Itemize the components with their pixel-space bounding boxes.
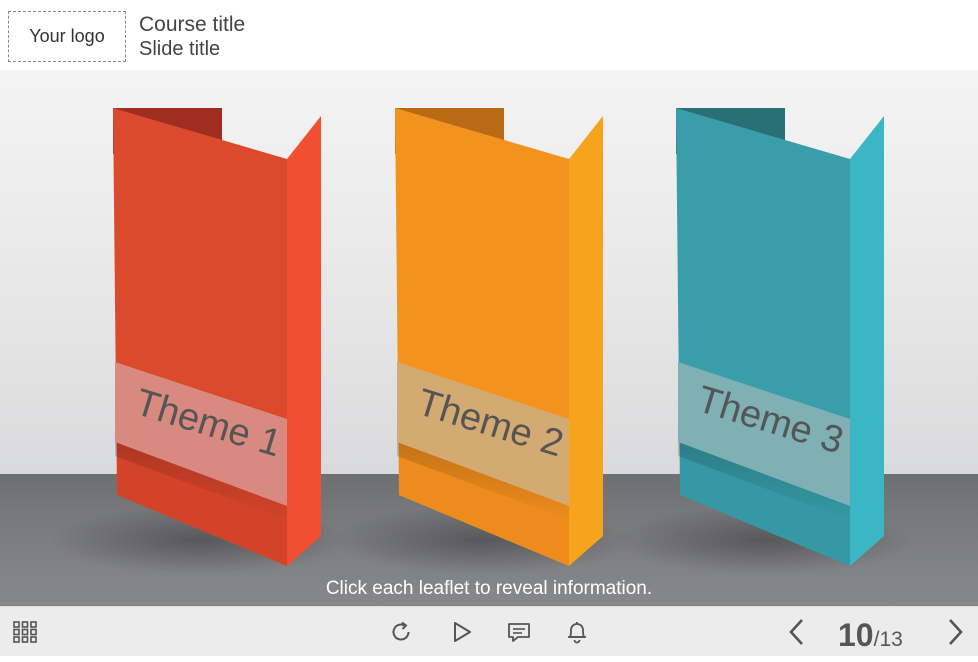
logo-text: Your logo [29,26,105,46]
grid-icon[interactable] [8,607,42,657]
chevron-right-icon[interactable] [938,607,972,657]
comment-icon[interactable] [503,607,535,657]
current-page: 10 [838,617,874,653]
course-title: Course title [139,13,246,36]
bell-icon[interactable] [561,607,593,657]
total-pages: 13 [879,628,903,651]
leaflets-canvas: Theme 1 Theme 2 Theme 3 [50,108,914,574]
player-toolbar: 10 / 13 [0,606,978,656]
leaflet-theme-3[interactable]: Theme 3 [614,108,914,574]
slide-stage: Theme 1 Theme 2 Theme 3 Click each leafl… [0,70,978,606]
slide-title: Slide title [139,38,221,60]
replay-icon[interactable] [385,607,417,657]
logo-placeholder: Your logo [8,11,126,62]
leaflet-theme-2[interactable]: Theme 2 [333,108,633,574]
instruction-text: Click each leaflet to reveal information… [325,578,653,599]
play-icon[interactable] [446,607,478,657]
header: Your logo Course title Slide title [0,0,978,70]
page-counter: 10 / 13 [838,607,903,657]
leaflet-theme-1[interactable]: Theme 1 [50,108,350,574]
chevron-left-icon[interactable] [780,607,814,657]
